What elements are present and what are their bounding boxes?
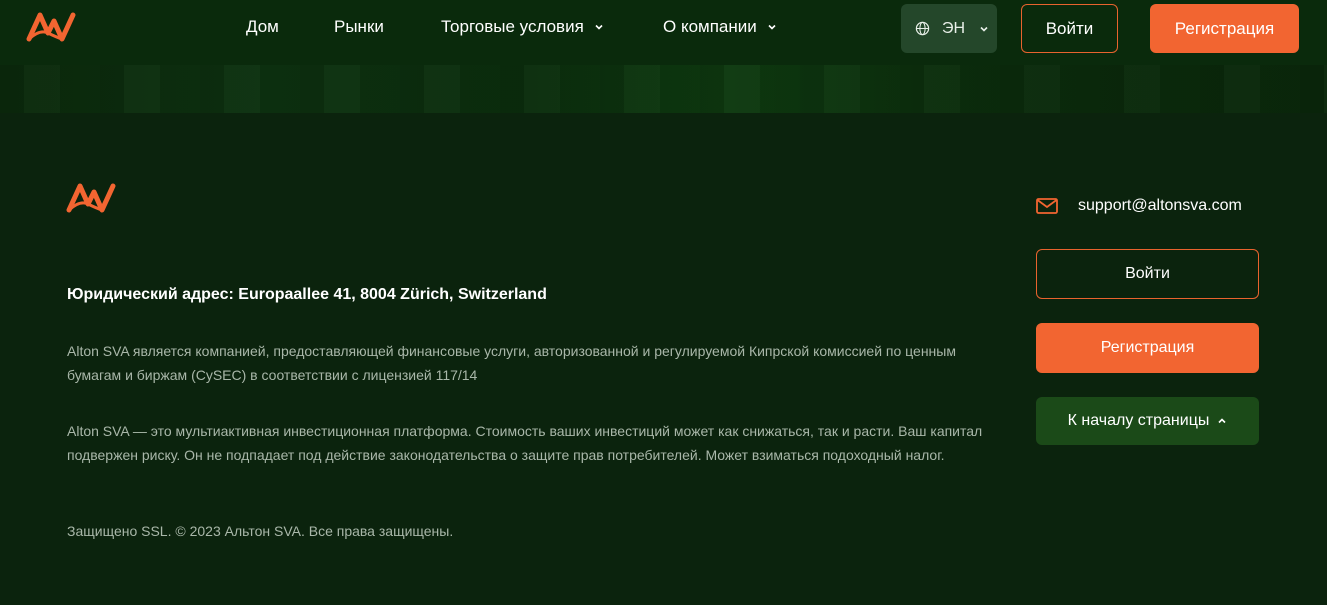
- nav-item-label: Торговые условия: [441, 17, 584, 36]
- decorative-band: [0, 65, 1327, 113]
- altonsva-logo-icon[interactable]: [26, 9, 76, 49]
- chevron-down-icon: [980, 26, 988, 32]
- legal-address: Юридический адрес: Europaallee 41, 8004 …: [67, 286, 547, 303]
- nav-item-home[interactable]: Дом: [246, 17, 279, 37]
- back-to-top-button[interactable]: К началу страницы: [1036, 397, 1259, 445]
- support-email-address: support@altonsva.com: [1078, 197, 1242, 214]
- nav-item-label: Дом: [246, 17, 279, 36]
- globe-icon: [915, 21, 930, 36]
- risk-disclaimer: Alton SVA — это мультиактивная инвестици…: [67, 423, 983, 463]
- footer-register-button[interactable]: Регистрация: [1036, 323, 1259, 373]
- register-button[interactable]: Регистрация: [1150, 4, 1299, 53]
- nav-item-label: Рынки: [334, 17, 384, 36]
- altonsva-logo-icon[interactable]: [66, 180, 116, 220]
- language-label: ЭН: [942, 19, 966, 37]
- nav-item-trading-conditions[interactable]: Торговые условия: [441, 17, 604, 37]
- login-button-label: Войти: [1045, 18, 1094, 38]
- chevron-down-icon: [595, 24, 603, 30]
- nav-item-about[interactable]: О компании: [663, 17, 777, 37]
- nav-item-markets[interactable]: Рынки: [334, 17, 384, 37]
- chevron-up-icon: [1218, 418, 1226, 424]
- support-email[interactable]: support@altonsva.com: [1036, 197, 1242, 215]
- nav-item-label: О компании: [663, 17, 757, 36]
- login-button[interactable]: Войти: [1021, 4, 1118, 53]
- chevron-down-icon: [768, 24, 776, 30]
- site-footer: Юридический адрес: Europaallee 41, 8004 …: [0, 113, 1327, 605]
- regulation-notice: Alton SVA является компанией, предоставл…: [67, 343, 956, 383]
- mail-icon: [1036, 198, 1058, 214]
- login-button-label: Войти: [1125, 265, 1170, 282]
- language-selector[interactable]: ЭН: [901, 4, 997, 53]
- footer-login-button[interactable]: Войти: [1036, 249, 1259, 299]
- site-header: Дом Рынки Торговые условия О компании ЭН…: [0, 0, 1327, 65]
- back-to-top-label: К началу страницы: [1067, 412, 1210, 429]
- register-button-label: Регистрация: [1174, 18, 1275, 38]
- register-button-label: Регистрация: [1100, 339, 1195, 356]
- copyright-text: Защищено SSL. © 2023 Альтон SVA. Все пра…: [67, 523, 454, 539]
